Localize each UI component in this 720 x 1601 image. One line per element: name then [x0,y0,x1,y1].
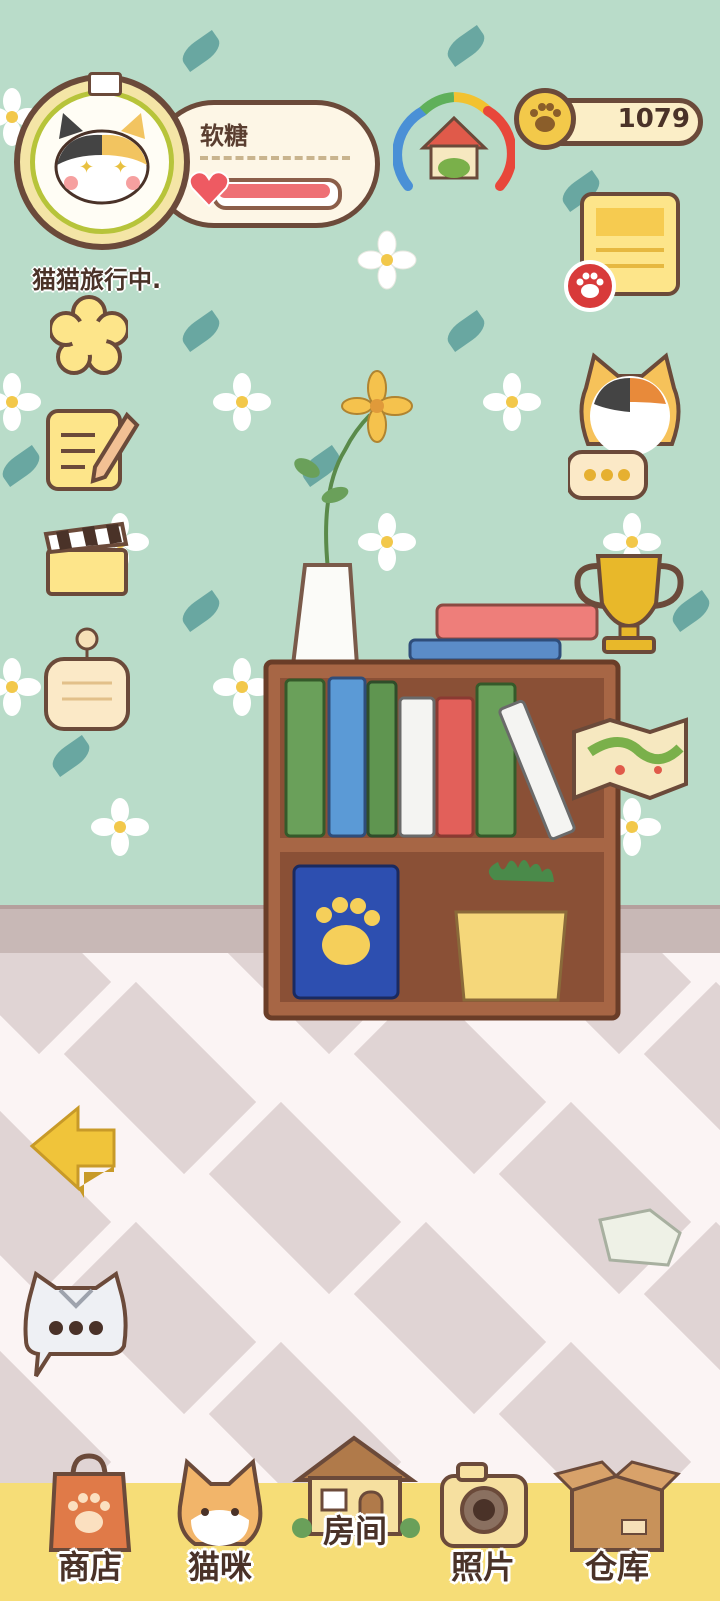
player-name: 软糖 [200,122,248,150]
name-divider [200,156,350,160]
wallpaper-leaf [442,24,490,68]
coin-count: 1079 [617,104,690,134]
house-gauge[interactable] [393,86,515,208]
avatar[interactable]: ✦ ✦ [30,90,174,234]
wallpaper-leaf [177,309,225,353]
floor-tile [353,1221,547,1415]
visiting-cat-button-icon[interactable] [568,352,692,502]
wallpaper-leaf [177,29,225,73]
svg-text:✦: ✦ [79,157,94,178]
cat-avatar-icon: ✦ ✦ [54,113,150,205]
bookshelf[interactable] [262,600,630,1040]
nav-storage[interactable]: 仓库 [552,1450,682,1600]
nav-photos-label: 照片 [450,1548,515,1586]
back-arrow-button-icon[interactable] [26,1102,118,1202]
svg-text:✦: ✦ [113,157,128,178]
wallpaper-flower [91,798,149,856]
flower-button-icon[interactable] [50,295,128,377]
nav-cats[interactable]: 猫咪 [155,1450,285,1600]
affection-bar-fill [218,184,330,198]
wallpaper-flower [0,658,41,716]
cat-chat-button-icon[interactable] [20,1270,132,1380]
nav-photos[interactable]: 照片 [418,1450,548,1600]
travel-status: 猫猫旅行中. [32,266,162,294]
heart-icon [188,171,230,208]
notepad-button-icon[interactable] [45,405,140,495]
wallpaper-flower [0,373,41,431]
map-button-icon[interactable] [570,712,692,804]
nav-shop[interactable]: 商店 [25,1450,155,1600]
clapperboard-button-icon[interactable] [42,520,132,600]
wallpaper-flower [213,373,271,431]
paw-coin-icon [514,88,576,150]
nav-room[interactable]: 房间 [290,1432,420,1582]
task-list-button-icon[interactable] [562,190,692,315]
wallpaper-flower [483,373,541,431]
wallpaper-leaf [442,309,490,353]
wallpaper-leaf [0,444,45,488]
floor-tile [208,1101,402,1295]
nav-cats-label: 猫咪 [187,1548,252,1586]
wallpaper-leaf [177,589,225,633]
wallpaper-flower [357,230,417,290]
wallpaper-leaf [47,734,95,778]
nav-storage-label: 仓库 [584,1548,649,1586]
crumpled-paper[interactable] [590,1205,690,1275]
nav-shop-label: 商店 [57,1548,122,1586]
message-board-button-icon[interactable] [42,625,132,735]
nav-room-label: 房间 [322,1512,387,1550]
bow-icon [88,72,122,96]
trophy-button-icon[interactable] [570,548,688,658]
